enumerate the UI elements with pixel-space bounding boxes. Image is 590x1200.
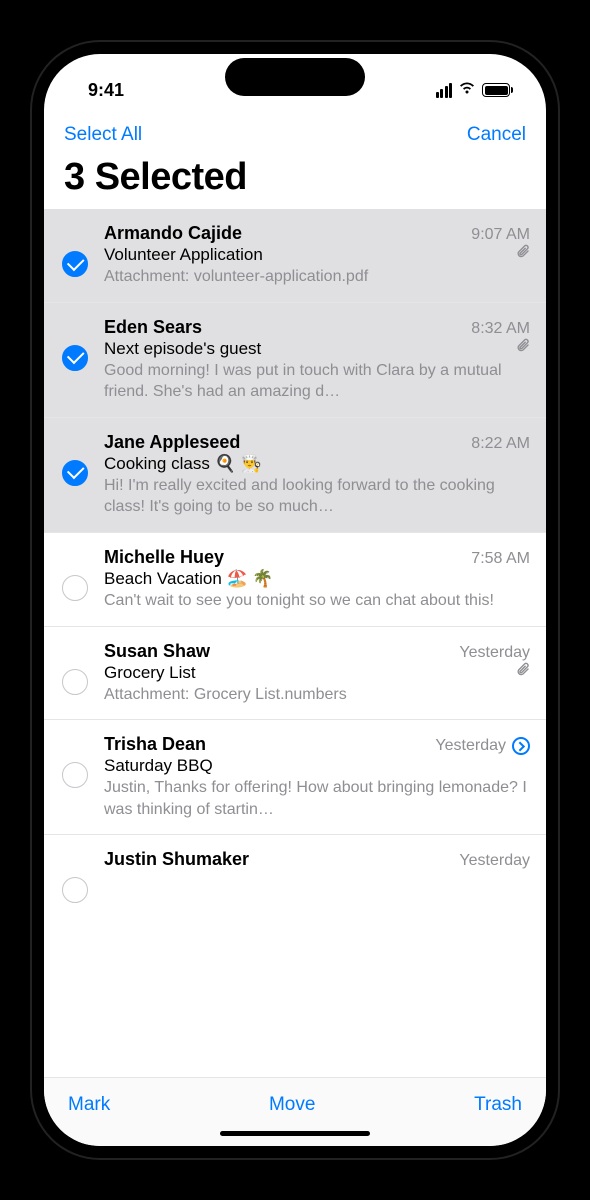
- sender-name: Jane Appleseed: [104, 432, 240, 453]
- mail-item[interactable]: Eden Sears 8:32 AM Next episode's guestGoo…: [44, 303, 546, 418]
- mail-time: 8:32 AM: [471, 320, 530, 338]
- status-icons: [436, 80, 511, 100]
- mail-preview: Attachment: Grocery List.numbers: [104, 684, 530, 706]
- mail-item[interactable]: Trisha Dean Yesterday Saturday BBQJustin, …: [44, 720, 546, 835]
- sender-name: Eden Sears: [104, 317, 202, 338]
- mail-content: Jane Appleseed 8:22 AM Cooking class 🍳 👨‍🍳…: [104, 432, 530, 518]
- mail-time: 8:22 AM: [471, 435, 530, 453]
- mail-subject: Grocery List: [104, 663, 196, 683]
- sender-name: Trisha Dean: [104, 734, 206, 755]
- mail-content: Armando Cajide 9:07 AM Volunteer Applicati…: [104, 223, 530, 288]
- mail-item[interactable]: Armando Cajide 9:07 AM Volunteer Applicati…: [44, 209, 546, 303]
- status-time: 9:41: [88, 80, 124, 101]
- mail-subject: Cooking class 🍳 👨‍🍳: [104, 454, 262, 474]
- mail-subject: Saturday BBQ: [104, 756, 213, 776]
- thread-chevron-icon[interactable]: [512, 737, 530, 755]
- mail-preview: Can't wait to see you tonight so we can …: [104, 590, 530, 612]
- selection-checkbox[interactable]: [62, 460, 88, 486]
- mail-content: Michelle Huey 7:58 AM Beach Vacation 🏖️ 🌴C…: [104, 547, 530, 612]
- mail-subject: Next episode's guest: [104, 339, 261, 359]
- mail-time: Yesterday: [459, 644, 530, 662]
- attachment-icon: [516, 338, 530, 359]
- mail-preview: Attachment: volunteer-application.pdf: [104, 266, 530, 288]
- mark-button[interactable]: Mark: [68, 1094, 110, 1116]
- mail-preview: Justin, Thanks for offering! How about b…: [104, 777, 530, 820]
- selection-checkbox[interactable]: [62, 251, 88, 277]
- mail-time: 9:07 AM: [471, 226, 530, 244]
- battery-icon: [482, 83, 510, 97]
- page-title: 3 Selected: [64, 156, 526, 199]
- mail-preview: Good morning! I was put in touch with Cl…: [104, 360, 530, 403]
- move-button[interactable]: Move: [269, 1094, 315, 1116]
- mail-time: Yesterday: [459, 852, 530, 870]
- sender-name: Susan Shaw: [104, 641, 210, 662]
- sender-name: Armando Cajide: [104, 223, 242, 244]
- cancel-button[interactable]: Cancel: [467, 124, 526, 146]
- phone-frame: 9:41 Select All Cancel 3 Selected Armand…: [30, 40, 560, 1160]
- sender-name: Michelle Huey: [104, 547, 224, 568]
- mail-item[interactable]: Michelle Huey 7:58 AM Beach Vacation 🏖️ 🌴C…: [44, 533, 546, 627]
- mail-content: Trisha Dean Yesterday Saturday BBQJustin, …: [104, 734, 530, 820]
- mail-time: Yesterday: [435, 737, 506, 755]
- home-indicator: [220, 1131, 370, 1136]
- mail-item[interactable]: Justin Shumaker Yesterday: [44, 835, 546, 903]
- attachment-icon: [516, 244, 530, 265]
- wifi-icon: [458, 80, 476, 100]
- mail-list[interactable]: Armando Cajide 9:07 AM Volunteer Applicati…: [44, 209, 546, 1077]
- nav-bar: Select All Cancel: [44, 114, 546, 152]
- mail-item[interactable]: Susan Shaw Yesterday Grocery ListAttachmen…: [44, 627, 546, 721]
- mail-item[interactable]: Jane Appleseed 8:22 AM Cooking class 🍳 👨‍🍳…: [44, 418, 546, 533]
- attachment-icon: [516, 662, 530, 683]
- mail-subject: Beach Vacation 🏖️ 🌴: [104, 569, 274, 589]
- selection-checkbox[interactable]: [62, 575, 88, 601]
- selection-checkbox[interactable]: [62, 877, 88, 903]
- screen: 9:41 Select All Cancel 3 Selected Armand…: [44, 54, 546, 1146]
- mail-content: Eden Sears 8:32 AM Next episode's guestGoo…: [104, 317, 530, 403]
- mail-subject: Volunteer Application: [104, 245, 263, 265]
- dynamic-island: [225, 58, 365, 96]
- selection-checkbox[interactable]: [62, 669, 88, 695]
- mail-preview: Hi! I'm really excited and looking forwa…: [104, 475, 530, 518]
- title-area: 3 Selected: [44, 152, 546, 209]
- sender-name: Justin Shumaker: [104, 849, 249, 870]
- cellular-signal-icon: [436, 83, 453, 98]
- select-all-button[interactable]: Select All: [64, 124, 142, 146]
- selection-checkbox[interactable]: [62, 762, 88, 788]
- mail-content: Susan Shaw Yesterday Grocery ListAttachmen…: [104, 641, 530, 706]
- mail-time: 7:58 AM: [471, 550, 530, 568]
- selection-checkbox[interactable]: [62, 345, 88, 371]
- trash-button[interactable]: Trash: [474, 1094, 522, 1116]
- mail-content: Justin Shumaker Yesterday: [104, 849, 530, 870]
